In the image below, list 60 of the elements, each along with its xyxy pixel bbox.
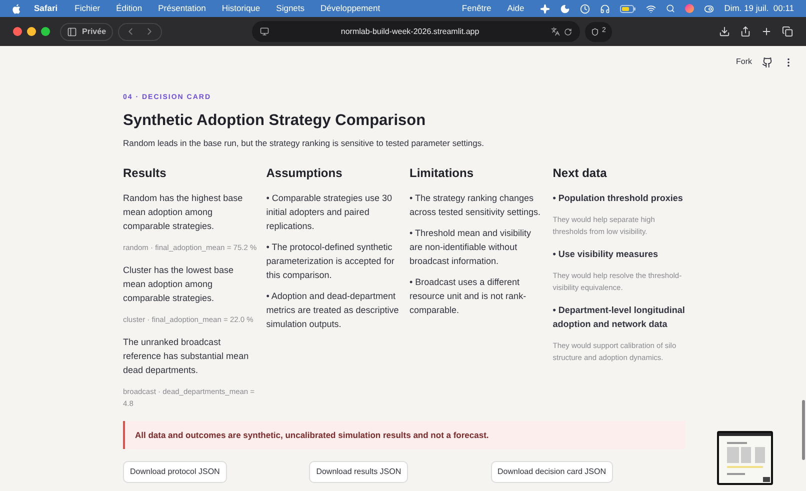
column-heading: Assumptions [266,164,344,182]
battery-icon[interactable] [620,4,636,12]
card-title: Synthetic Adoption Strategy Comparison [123,110,427,130]
download-button[interactable]: Download protocol JSON [123,461,227,483]
minimize-button[interactable] [27,27,36,36]
body-text: • The protocol-defined synthetic parameterization is accepted for this comparison. [266,240,396,282]
menu-item[interactable]: Édition [116,2,142,15]
menu-item[interactable]: Développement [320,2,380,15]
body-text: • Comparable strategies use 30 initial adopters and paired replications. [266,192,393,232]
downloads-icon[interactable] [719,26,730,37]
close-button[interactable] [13,27,22,36]
headphones-icon[interactable] [600,4,610,14]
share-icon[interactable] [740,26,751,37]
column-heading: Limitations [410,164,475,182]
body-text: • Adoption and dead-department metrics are treated as descriptive simulation outputs. [266,290,400,330]
sidebar-button[interactable]: Privée [60,22,114,40]
column-heading: Next data [552,164,608,182]
sparkle-icon[interactable] [540,4,550,14]
card-summary: Random leads in the base run, but the strategy ranking is sensitive to tested parameter settings. [123,136,485,150]
menu-item[interactable]: Aide [507,2,524,15]
apple-icon[interactable] [12,4,21,14]
zoom-button[interactable] [41,27,50,36]
download-button[interactable]: Download results JSON [309,461,408,483]
body-text: • Broadcast uses a different resource unit and is not rank-comparable. [410,276,528,316]
github-icon[interactable] [762,56,773,68]
page-icon [260,27,270,36]
menu-item[interactable]: Fichier [74,2,100,15]
item-heading: • Department-level longitudinal adoption and network data [552,304,686,330]
body-text: • Threshold mean and visibility are non-identifiable without broadcast information. [410,226,532,268]
url-text: normlab-build-week-2026.streamlit.app [340,26,480,38]
sidebar-icon [67,26,77,36]
body-text: • The strategy ranking changes across tested sensitivity settings. [410,192,542,218]
body-text: The unranked broadcast reference has substantial mean dead departments. [123,336,250,376]
screenshot-thumbnail[interactable] [717,431,773,485]
reload-icon[interactable] [564,28,572,36]
shield-icon [591,28,600,36]
control-center-icon[interactable] [704,4,714,14]
download-button[interactable]: Download decision card JSON [490,461,613,483]
clock-icon[interactable] [580,4,590,14]
fork-link[interactable]: Fork [736,56,752,68]
tabs-overview-icon[interactable] [782,26,793,37]
new-tab-icon[interactable] [761,26,772,37]
wifi-icon[interactable] [646,4,656,14]
body-text: Random has the highest base mean adoption among comparable strategies. [123,192,244,232]
item-heading: • Use visibility measures [552,248,659,260]
menu-item[interactable]: Présentation [158,2,206,15]
translate-icon[interactable] [551,27,560,36]
app-menu[interactable]: Safari [34,2,58,15]
column-heading: Results [123,164,168,182]
warning-alert: All data and outcomes are synthetic, uncalibrated simulation results and not a forecast. [123,421,685,449]
menu-item[interactable]: Fenêtre [462,2,492,15]
menu-item[interactable]: Signets [276,2,305,15]
search-icon[interactable] [666,4,676,13]
address-bar[interactable]: normlab-build-week-2026.streamlit.app [252,21,580,42]
menu-item[interactable]: Historique [222,2,260,15]
menu-clock: Dim. 19 juil. 00:11 [724,2,794,15]
scrollbar [802,400,805,460]
item-heading: • Population threshold proxies [552,192,684,204]
moon-icon[interactable] [560,4,570,14]
body-text: Cluster has the lowest base mean adoption among comparable strategies. [123,264,235,304]
